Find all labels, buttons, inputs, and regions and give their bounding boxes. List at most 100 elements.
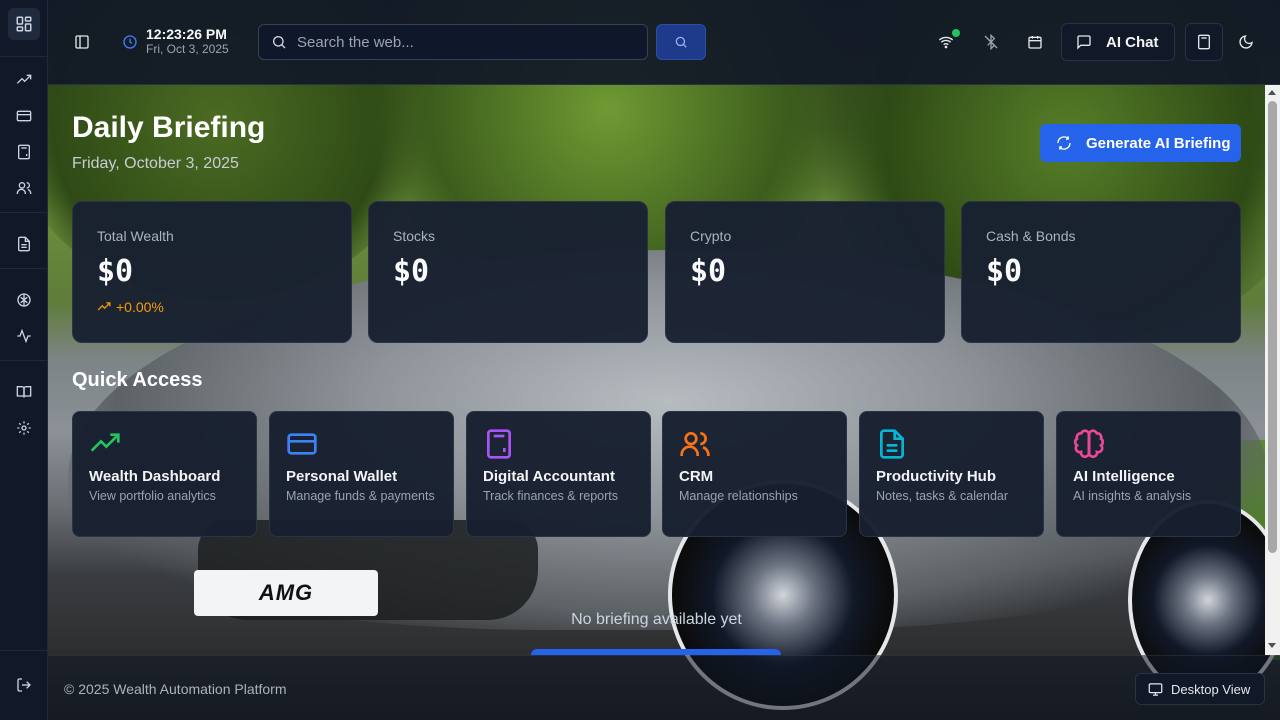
moon-icon <box>1238 34 1254 50</box>
calculator-icon <box>483 428 634 462</box>
monitor-icon <box>1148 682 1163 697</box>
main-content: Daily Briefing Friday, October 3, 2025 G… <box>48 85 1265 655</box>
sidebar-rail <box>0 0 48 720</box>
stat-label: Stocks <box>393 228 436 244</box>
sidebar-item-productivity[interactable] <box>8 228 40 260</box>
sidebar-item-dashboard[interactable] <box>8 8 40 40</box>
stat-card-stocks: Stocks $0 <box>368 201 648 343</box>
gear-icon <box>16 420 32 436</box>
scroll-down-arrow[interactable] <box>1268 643 1276 648</box>
ai-chat-label: AI Chat <box>1106 33 1159 51</box>
quick-access-wealth-dashboard[interactable]: Wealth Dashboard View portfolio analytic… <box>72 411 257 537</box>
stat-value: $0 <box>393 254 430 289</box>
theme-toggle-button[interactable] <box>1235 31 1257 53</box>
main-scrollbar[interactable] <box>1265 85 1280 655</box>
quick-access-name: AI Intelligence <box>1073 468 1175 485</box>
quick-access-digital-accountant[interactable]: Digital Accountant Track finances & repo… <box>466 411 651 537</box>
stat-change: +0.00% <box>97 299 327 315</box>
refresh-icon <box>1056 135 1072 151</box>
quick-access-desc: View portfolio analytics <box>89 489 216 503</box>
trending-up-icon <box>89 428 240 462</box>
page-date: Friday, October 3, 2025 <box>72 155 239 172</box>
search-icon <box>271 34 287 50</box>
footer-copyright: © 2025 Wealth Automation Platform <box>64 681 287 697</box>
quick-access-ai-intelligence[interactable]: AI Intelligence AI insights & analysis <box>1056 411 1241 537</box>
credit-card-icon <box>286 428 437 462</box>
sidebar-item-crm[interactable] <box>8 172 40 204</box>
desktop-view-label: Desktop View <box>1171 681 1251 697</box>
stat-card-total-wealth: Total Wealth $0 +0.00% <box>72 201 352 343</box>
trending-up-icon <box>16 72 32 88</box>
stat-card-cash-bonds: Cash & Bonds $0 <box>961 201 1241 343</box>
scroll-up-arrow[interactable] <box>1268 90 1276 95</box>
quick-access-name: Digital Accountant <box>483 468 615 485</box>
sidebar-item-settings[interactable] <box>8 412 40 444</box>
stat-card-crypto: Crypto $0 <box>665 201 945 343</box>
toggle-sidebar-button[interactable] <box>70 30 94 54</box>
panel-left-icon <box>74 34 90 50</box>
message-square-icon <box>1076 34 1092 50</box>
quick-access-name: Wealth Dashboard <box>89 468 221 485</box>
search-button[interactable] <box>656 24 706 60</box>
quick-access-title: Quick Access <box>72 369 203 391</box>
generate-briefing-button[interactable]: Generate AI Briefing <box>1040 124 1241 162</box>
clock-time: 12:23:26 PM <box>146 26 227 42</box>
stat-label: Crypto <box>690 228 732 244</box>
brain-icon <box>16 292 32 308</box>
stat-value: $0 <box>986 254 1023 289</box>
calendar-button[interactable] <box>1024 31 1046 53</box>
document-icon <box>876 428 1027 462</box>
quick-access-personal-wallet[interactable]: Personal Wallet Manage funds & payments <box>269 411 454 537</box>
sidebar-item-activity[interactable] <box>8 320 40 352</box>
layout-grid-icon <box>15 15 33 33</box>
stat-label: Total Wealth <box>97 228 174 244</box>
top-bar: 12:23:26 PM Fri, Oct 3, 2025 AI Chat <box>48 0 1280 85</box>
ai-chat-button[interactable]: AI Chat <box>1061 23 1175 61</box>
brain-icon <box>1073 428 1224 462</box>
users-icon <box>679 428 830 462</box>
generate-briefing-label: Generate AI Briefing <box>1086 134 1231 152</box>
calculator-icon <box>16 144 32 160</box>
book-open-icon <box>16 384 32 400</box>
quick-access-crm[interactable]: CRM Manage relationships <box>662 411 847 537</box>
bluetooth-button[interactable] <box>980 31 1002 53</box>
quick-access-name: Productivity Hub <box>876 468 997 485</box>
sidebar-item-accountant[interactable] <box>8 136 40 168</box>
calculator-icon <box>1196 34 1212 50</box>
stat-label: Cash & Bonds <box>986 228 1076 244</box>
wifi-connected-indicator <box>952 29 960 37</box>
desktop-view-button[interactable]: Desktop View <box>1135 673 1265 705</box>
sidebar-item-wallet[interactable] <box>8 100 40 132</box>
calculator-button[interactable] <box>1185 23 1223 61</box>
quick-access-name: Personal Wallet <box>286 468 398 485</box>
quick-access-desc: AI insights & analysis <box>1073 489 1192 503</box>
footer: © 2025 Wealth Automation Platform Deskto… <box>48 655 1280 720</box>
quick-access-name: CRM <box>679 468 714 485</box>
search-box <box>258 24 648 60</box>
calendar-icon <box>1027 34 1043 50</box>
wifi-icon <box>938 34 954 50</box>
search-input[interactable] <box>297 33 617 51</box>
bluetooth-off-icon <box>983 34 999 50</box>
document-icon <box>16 236 32 252</box>
clock: 12:23:26 PM Fri, Oct 3, 2025 <box>122 26 229 56</box>
sidebar-item-docs[interactable] <box>8 376 40 408</box>
quick-access-desc: Track finances & reports <box>483 489 619 503</box>
clock-date: Fri, Oct 3, 2025 <box>146 42 229 56</box>
logout-button[interactable] <box>8 669 40 701</box>
logout-icon <box>16 677 32 693</box>
stat-value: $0 <box>97 254 134 289</box>
quick-access-desc: Manage funds & payments <box>286 489 435 503</box>
empty-briefing-message: No briefing available yet <box>571 611 742 628</box>
quick-access-desc: Notes, tasks & calendar <box>876 489 1009 503</box>
page-title: Daily Briefing <box>72 111 266 144</box>
sidebar-item-wealth[interactable] <box>8 64 40 96</box>
quick-access-productivity-hub[interactable]: Productivity Hub Notes, tasks & calendar <box>859 411 1044 537</box>
activity-icon <box>16 328 32 344</box>
quick-access-desc: Manage relationships <box>679 489 798 503</box>
clock-icon <box>122 34 138 56</box>
trending-up-icon <box>97 300 111 314</box>
search-icon <box>674 35 688 49</box>
sidebar-item-ai[interactable] <box>8 284 40 316</box>
scroll-thumb[interactable] <box>1268 101 1277 553</box>
